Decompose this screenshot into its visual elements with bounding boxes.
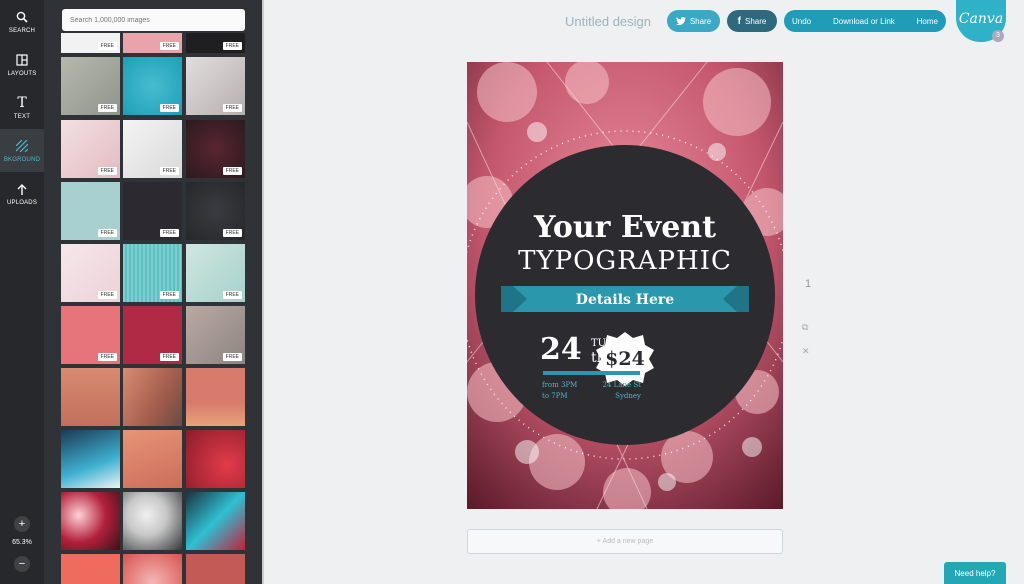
poster-ribbon-text[interactable]: Details Here xyxy=(467,292,783,308)
poster-address-line1[interactable]: 24 Lane St xyxy=(587,381,641,389)
help-button[interactable]: Need help? xyxy=(944,562,1006,584)
free-badge: FREE xyxy=(159,104,179,112)
background-tile[interactable] xyxy=(61,554,120,584)
background-tile[interactable]: FREE xyxy=(123,306,182,364)
background-tile[interactable] xyxy=(186,430,245,488)
background-icon xyxy=(13,138,31,154)
free-badge: FREE xyxy=(222,167,242,175)
background-panel: FREE FREE FREE FREE FREE FREE FREE FREE … xyxy=(44,0,263,584)
background-tile[interactable] xyxy=(123,492,182,550)
background-tile[interactable]: FREE xyxy=(61,244,120,302)
background-tile[interactable]: FREE xyxy=(61,182,120,240)
free-badge: FREE xyxy=(97,167,117,175)
background-tile[interactable]: FREE xyxy=(61,120,120,178)
rail-background-label: BKGROUND xyxy=(3,157,41,163)
poster-time-line1[interactable]: from 3PM xyxy=(542,381,577,389)
background-tile[interactable] xyxy=(186,554,245,584)
text-icon: T xyxy=(17,95,27,111)
poster-headline[interactable]: Your Event xyxy=(467,210,783,245)
free-badge: FREE xyxy=(97,104,117,112)
design-canvas[interactable]: Your Event TYPOGRAPHIC Details Here 24 T… xyxy=(467,62,783,509)
background-tile[interactable]: FREE xyxy=(186,244,245,302)
free-badge: FREE xyxy=(159,42,179,50)
left-rail: SEARCH LAYOUTS T TEXT BKGROUND UPLOADS +… xyxy=(0,0,44,584)
poster-day-number[interactable]: 24 xyxy=(540,332,582,367)
background-tile[interactable]: FREE xyxy=(186,306,245,364)
rail-uploads[interactable]: UPLOADS xyxy=(0,172,44,215)
facebook-share-label: Share xyxy=(744,16,767,26)
rail-search-label: SEARCH xyxy=(8,28,36,34)
search-icon xyxy=(13,9,31,25)
free-badge: FREE xyxy=(222,229,242,237)
notification-badge[interactable]: 3 xyxy=(992,30,1004,42)
twitter-share-button[interactable]: Share xyxy=(667,10,720,32)
free-badge: FREE xyxy=(222,353,242,361)
facebook-share-button[interactable]: f Share xyxy=(727,10,777,32)
image-search-input[interactable] xyxy=(62,9,245,31)
background-tile[interactable] xyxy=(123,554,182,584)
uploads-icon xyxy=(13,181,31,197)
zoom-in-button[interactable]: + xyxy=(14,516,30,532)
header-actions: Undo Download or Link Home xyxy=(784,10,946,32)
download-button[interactable]: Download or Link xyxy=(833,17,895,26)
copy-page-icon[interactable]: ⧉ xyxy=(802,322,808,333)
free-badge: FREE xyxy=(222,291,242,299)
free-badge: FREE xyxy=(97,291,117,299)
twitter-share-label: Share xyxy=(689,16,712,26)
free-badge: FREE xyxy=(97,229,117,237)
poster-subheadline[interactable]: TYPOGRAPHIC xyxy=(467,246,783,276)
home-button[interactable]: Home xyxy=(917,17,938,26)
poster-price[interactable]: $24 xyxy=(595,348,655,370)
background-tile[interactable]: FREE xyxy=(123,182,182,240)
delete-page-icon[interactable]: ✕ xyxy=(802,346,810,357)
background-tile[interactable]: FREE xyxy=(123,33,182,53)
rail-uploads-label: UPLOADS xyxy=(6,200,38,206)
background-tile[interactable] xyxy=(123,430,182,488)
background-tile[interactable]: FREE xyxy=(186,120,245,178)
free-badge: FREE xyxy=(97,42,117,50)
rail-background[interactable]: BKGROUND xyxy=(0,129,44,172)
background-tile[interactable]: FREE xyxy=(186,33,245,53)
background-tile[interactable]: FREE xyxy=(61,306,120,364)
page-number: 1 xyxy=(805,278,812,290)
rail-layouts[interactable]: LAYOUTS xyxy=(0,43,44,86)
background-tile[interactable] xyxy=(61,492,120,550)
background-tile[interactable] xyxy=(61,368,120,426)
free-badge: FREE xyxy=(159,229,179,237)
canva-editor: SEARCH LAYOUTS T TEXT BKGROUND UPLOADS +… xyxy=(0,0,1024,584)
rail-text-label: TEXT xyxy=(13,114,31,120)
background-tile[interactable]: FREE xyxy=(123,57,182,115)
free-badge: FREE xyxy=(97,353,117,361)
rail-text[interactable]: T TEXT xyxy=(0,86,44,129)
layouts-icon xyxy=(13,52,31,68)
poster-address-line2[interactable]: Sydney xyxy=(587,392,641,400)
add-page-button[interactable]: + Add a new page xyxy=(467,529,783,554)
background-tile[interactable]: FREE xyxy=(61,57,120,115)
background-tile[interactable]: FREE xyxy=(123,120,182,178)
poster-time-line2[interactable]: to 7PM xyxy=(542,392,568,400)
poster-artwork xyxy=(467,62,783,509)
rail-search[interactable]: SEARCH xyxy=(0,0,44,43)
background-tile[interactable]: FREE xyxy=(123,244,182,302)
document-title[interactable]: Untitled design xyxy=(565,14,651,29)
background-tile[interactable] xyxy=(186,368,245,426)
free-badge: FREE xyxy=(222,42,242,50)
background-tile[interactable]: FREE xyxy=(186,57,245,115)
undo-button[interactable]: Undo xyxy=(792,17,811,26)
background-tile[interactable] xyxy=(61,430,120,488)
free-badge: FREE xyxy=(222,104,242,112)
background-tile[interactable] xyxy=(123,368,182,426)
background-tile[interactable]: FREE xyxy=(61,33,120,53)
free-badge: FREE xyxy=(159,353,179,361)
zoom-level: 65.3% xyxy=(12,539,32,546)
twitter-icon xyxy=(675,17,686,25)
free-badge: FREE xyxy=(159,167,179,175)
facebook-icon: f xyxy=(737,15,741,27)
zoom-out-button[interactable]: − xyxy=(14,556,30,572)
rail-layouts-label: LAYOUTS xyxy=(7,71,37,77)
panel-scrollbar[interactable] xyxy=(262,0,264,584)
background-tile[interactable]: FREE xyxy=(186,182,245,240)
free-badge: FREE xyxy=(159,291,179,299)
background-tile[interactable] xyxy=(186,492,245,550)
